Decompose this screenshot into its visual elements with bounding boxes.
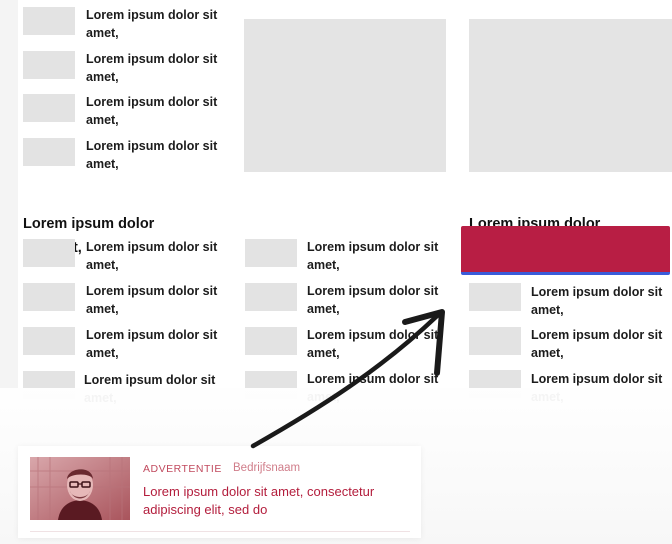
page: Lorem ipsum dolor sit amet, Lorem ipsum … [0,0,672,544]
arrow-icon [250,309,445,449]
